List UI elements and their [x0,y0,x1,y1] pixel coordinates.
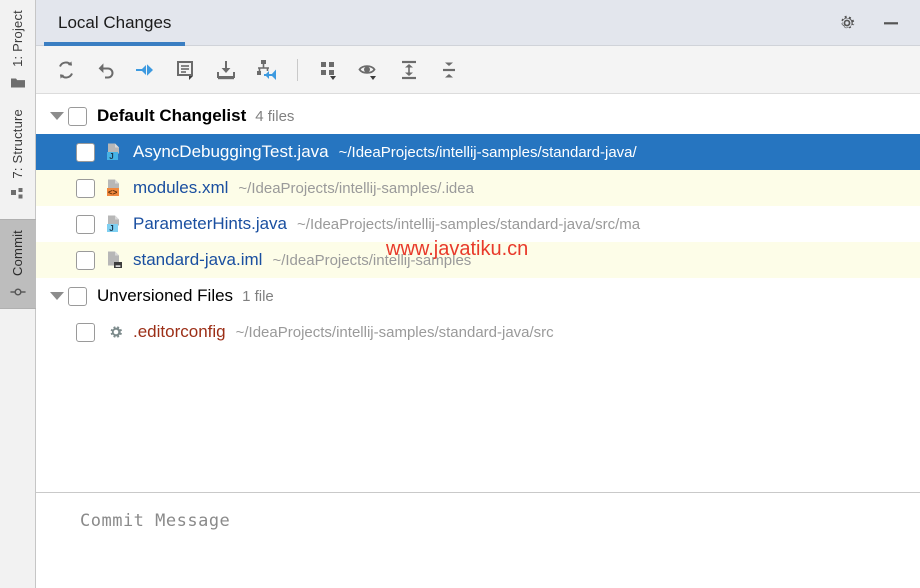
changes-tree[interactable]: Default Changelist 4 files J AsyncDebugg… [36,94,920,492]
unversioned-checkbox[interactable] [68,286,87,306]
toolbar-separator [297,58,298,81]
java-file-icon: J [105,214,125,234]
sidebar-item-structure-label: 7: Structure [10,108,25,179]
file-checkbox[interactable] [76,250,95,270]
chevron-down-icon[interactable] [46,285,68,307]
table-row[interactable]: <> modules.xml ~/IdeaProjects/intellij-s… [36,170,920,206]
commit-node-icon [10,284,26,300]
file-name: AsyncDebuggingTest.java [133,142,329,161]
tab-active-underline [44,42,186,46]
java-file-icon: J [105,142,125,162]
file-checkbox[interactable] [76,142,95,162]
unversioned-count: 1 file [242,287,274,305]
editorconfig-gear-icon [105,322,125,342]
file-path: ~/IdeaProjects/intellij-samples [272,251,472,269]
local-changes-window: 1: Project 7: Structure Commit Local Cha… [0,0,920,588]
tab-bar: Local Changes [36,0,920,46]
structure-grid-icon [10,187,26,203]
window-controls [836,0,920,46]
changelist-checkbox[interactable] [68,106,87,126]
changelist-group-header[interactable]: Default Changelist 4 files [36,98,920,134]
changes-toolbar [36,46,920,94]
sidebar-item-commit-label: Commit [10,229,25,276]
file-checkbox[interactable] [76,322,95,342]
file-path: ~/IdeaProjects/intellij-samples/.idea [238,179,474,197]
group-by-grid-icon[interactable] [311,53,347,87]
file-checkbox[interactable] [76,214,95,234]
file-name: .editorconfig [133,322,226,341]
changelist-count: 4 files [255,107,295,125]
rollback-undo-icon[interactable] [88,53,124,87]
iml-module-file-icon [105,250,125,270]
table-row[interactable]: standard-java.iml ~/IdeaProjects/intelli… [36,242,920,278]
sidebar-item-project[interactable]: 1: Project [0,0,36,99]
unversioned-name: Unversioned Files [97,286,234,305]
svg-text:J: J [109,152,113,161]
commit-message-placeholder: Commit Message [80,511,231,531]
tool-window-stripe-left: 1: Project 7: Structure Commit [0,0,36,588]
unversioned-group-header[interactable]: Unversioned Files 1 file [36,278,920,314]
svg-text:<>: <> [108,188,118,197]
file-checkbox[interactable] [76,178,95,198]
file-name: standard-java.iml [133,250,263,269]
file-path: ~/IdeaProjects/intellij-samples/standard… [235,323,554,341]
sidebar-item-structure[interactable]: 7: Structure [0,99,36,211]
sidebar-item-project-label: 1: Project [10,10,25,67]
shelve-changes-icon[interactable] [248,53,284,87]
file-path: ~/IdeaProjects/intellij-samples/standard… [297,215,641,233]
update-download-icon[interactable] [208,53,244,87]
changelist-name: Default Changelist [97,106,247,125]
file-path: ~/IdeaProjects/intellij-samples/standard… [338,143,637,161]
refresh-icon[interactable] [48,53,84,87]
chevron-down-icon[interactable] [46,105,68,127]
commit-message-area[interactable]: Commit Message [36,492,920,588]
tab-local-changes-label: Local Changes [58,13,172,32]
expand-all-icon[interactable] [391,53,427,87]
file-name: modules.xml [133,178,229,197]
eye-preview-icon[interactable] [351,53,387,87]
tool-window-stripe-top-group: 1: Project 7: Structure [0,0,35,211]
edit-source-icon[interactable] [168,53,204,87]
gear-icon[interactable] [836,12,858,34]
minimize-icon[interactable] [880,12,902,34]
table-row[interactable]: .editorconfig ~/IdeaProjects/intellij-sa… [36,314,920,350]
table-row[interactable]: J ParameterHints.java ~/IdeaProjects/int… [36,206,920,242]
tab-local-changes[interactable]: Local Changes [36,0,193,46]
xml-file-icon: <> [105,178,125,198]
local-changes-main: Local Changes Default Changelist 4 files… [36,0,920,588]
collapse-all-icon[interactable] [431,53,467,87]
sidebar-item-commit[interactable]: Commit [0,218,36,309]
file-name: ParameterHints.java [133,214,288,233]
table-row[interactable]: J AsyncDebuggingTest.java ~/IdeaProjects… [36,134,920,170]
folder-icon [10,75,26,91]
svg-text:J: J [109,224,113,233]
show-diff-icon[interactable] [128,53,164,87]
sidebar-filler [0,309,35,588]
